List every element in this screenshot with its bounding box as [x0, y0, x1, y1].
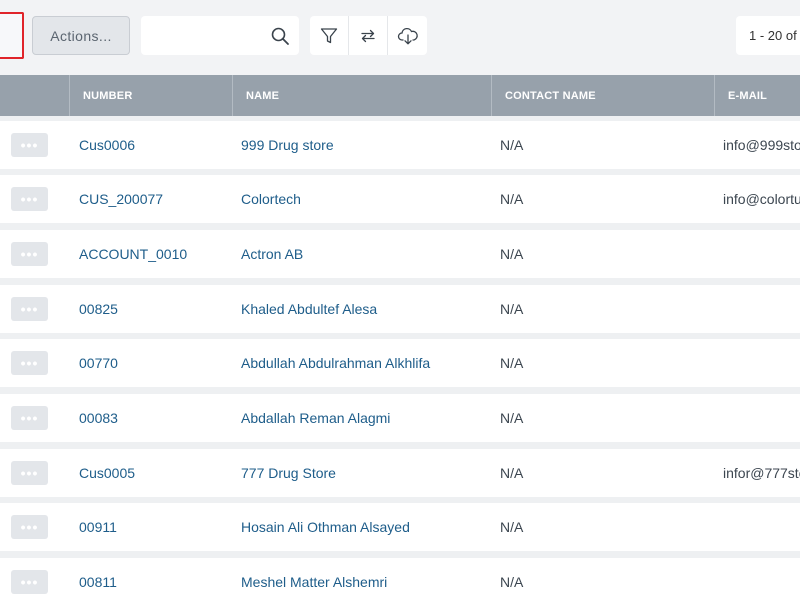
table-row[interactable]: ••• Cus0006 999 Drug store N/A info@999s… — [0, 121, 800, 169]
cell-email — [723, 394, 800, 442]
cell-name[interactable]: 777 Drug Store — [241, 449, 486, 497]
table-row[interactable]: ••• 00811 Meshel Matter Alshemri N/A — [0, 558, 800, 600]
sync-icon — [361, 29, 375, 42]
pagination-info: 1 - 20 of — [736, 16, 800, 55]
cell-name[interactable]: Colortech — [241, 175, 486, 223]
cell-number[interactable]: Cus0006 — [79, 121, 229, 169]
row-menu-button[interactable]: ••• — [11, 133, 48, 157]
cell-email — [723, 558, 800, 600]
cell-contact-name: N/A — [500, 355, 524, 371]
cell-email: info@colortu — [723, 191, 800, 207]
header-email[interactable]: E-MAIL — [714, 75, 800, 116]
table-row[interactable]: ••• 00825 Khaled Abdultef Alesa N/A — [0, 285, 800, 333]
table-row[interactable]: ••• CUS_200077 Colortech N/A info@colort… — [0, 175, 800, 223]
row-menu-button[interactable]: ••• — [11, 406, 48, 430]
table-row[interactable]: ••• 00911 Hosain Ali Othman Alsayed N/A — [0, 503, 800, 551]
row-menu-button[interactable]: ••• — [11, 242, 48, 266]
cell-email — [723, 503, 800, 551]
cell-number[interactable]: Cus0005 — [79, 449, 229, 497]
cell-contact-name: N/A — [500, 301, 524, 317]
view-dropdown[interactable]: ▾ — [0, 12, 24, 59]
table-row[interactable]: ••• ACCOUNT_0010 Actron AB N/A — [0, 230, 800, 278]
cell-name[interactable]: Actron AB — [241, 230, 486, 278]
row-menu-button[interactable]: ••• — [11, 570, 48, 594]
cell-email — [723, 285, 800, 333]
row-menu-button[interactable]: ••• — [11, 461, 48, 485]
cell-name[interactable]: Meshel Matter Alshemri — [241, 558, 486, 600]
search-icon[interactable] — [270, 26, 290, 46]
cell-number[interactable]: 00811 — [79, 558, 229, 600]
download-button[interactable] — [388, 16, 427, 55]
cell-email — [723, 339, 800, 387]
cell-contact-name: N/A — [500, 519, 524, 535]
cell-contact-name: N/A — [500, 246, 524, 262]
filter-button[interactable] — [310, 16, 349, 55]
row-menu-button[interactable]: ••• — [11, 297, 48, 321]
header-number[interactable]: NUMBER — [69, 75, 232, 116]
cell-number[interactable]: 00083 — [79, 394, 229, 442]
table-header: NUMBER NAME CONTACT NAME E-MAIL — [0, 75, 800, 116]
cell-contact-name: N/A — [500, 465, 524, 481]
table-row[interactable]: ••• Cus0005 777 Drug Store N/A infor@777… — [0, 449, 800, 497]
actions-button[interactable]: Actions... — [32, 16, 130, 55]
table-row[interactable]: ••• 00083 Abdallah Reman Alagmi N/A — [0, 394, 800, 442]
row-menu-button[interactable]: ••• — [11, 351, 48, 375]
cell-contact-name: N/A — [500, 191, 524, 207]
cloud-download-icon — [397, 27, 418, 44]
table-row[interactable]: ••• 00770 Abdullah Abdulrahman Alkhlifa … — [0, 339, 800, 387]
cell-email — [723, 230, 800, 278]
cell-name[interactable]: Abdullah Abdulrahman Alkhlifa — [241, 339, 486, 387]
cell-number[interactable]: 00825 — [79, 285, 229, 333]
toolbar: ▾ Actions... 1 - 20 of — [0, 0, 800, 75]
sync-button[interactable] — [349, 16, 388, 55]
filter-icon — [320, 27, 338, 43]
cell-number[interactable]: CUS_200077 — [79, 175, 229, 223]
search-box[interactable] — [141, 16, 299, 55]
row-menu-button[interactable]: ••• — [11, 187, 48, 211]
cell-name[interactable]: 999 Drug store — [241, 121, 486, 169]
cell-contact-name: N/A — [500, 574, 524, 590]
header-contact-name[interactable]: CONTACT NAME — [491, 75, 714, 116]
cell-number[interactable]: 00911 — [79, 503, 229, 551]
cell-number[interactable]: 00770 — [79, 339, 229, 387]
cell-name[interactable]: Abdallah Reman Alagmi — [241, 394, 486, 442]
toolbar-icon-group — [310, 16, 427, 55]
header-name[interactable]: NAME — [232, 75, 491, 116]
header-actions — [0, 75, 69, 116]
cell-number[interactable]: ACCOUNT_0010 — [79, 230, 229, 278]
row-menu-button[interactable]: ••• — [11, 515, 48, 539]
cell-contact-name: N/A — [500, 137, 524, 153]
cell-name[interactable]: Khaled Abdultef Alesa — [241, 285, 486, 333]
search-input[interactable] — [141, 16, 261, 55]
cell-contact-name: N/A — [500, 410, 524, 426]
cell-email: infor@777sto — [723, 465, 800, 481]
cell-name[interactable]: Hosain Ali Othman Alsayed — [241, 503, 486, 551]
cell-email: info@999sto — [723, 137, 800, 153]
